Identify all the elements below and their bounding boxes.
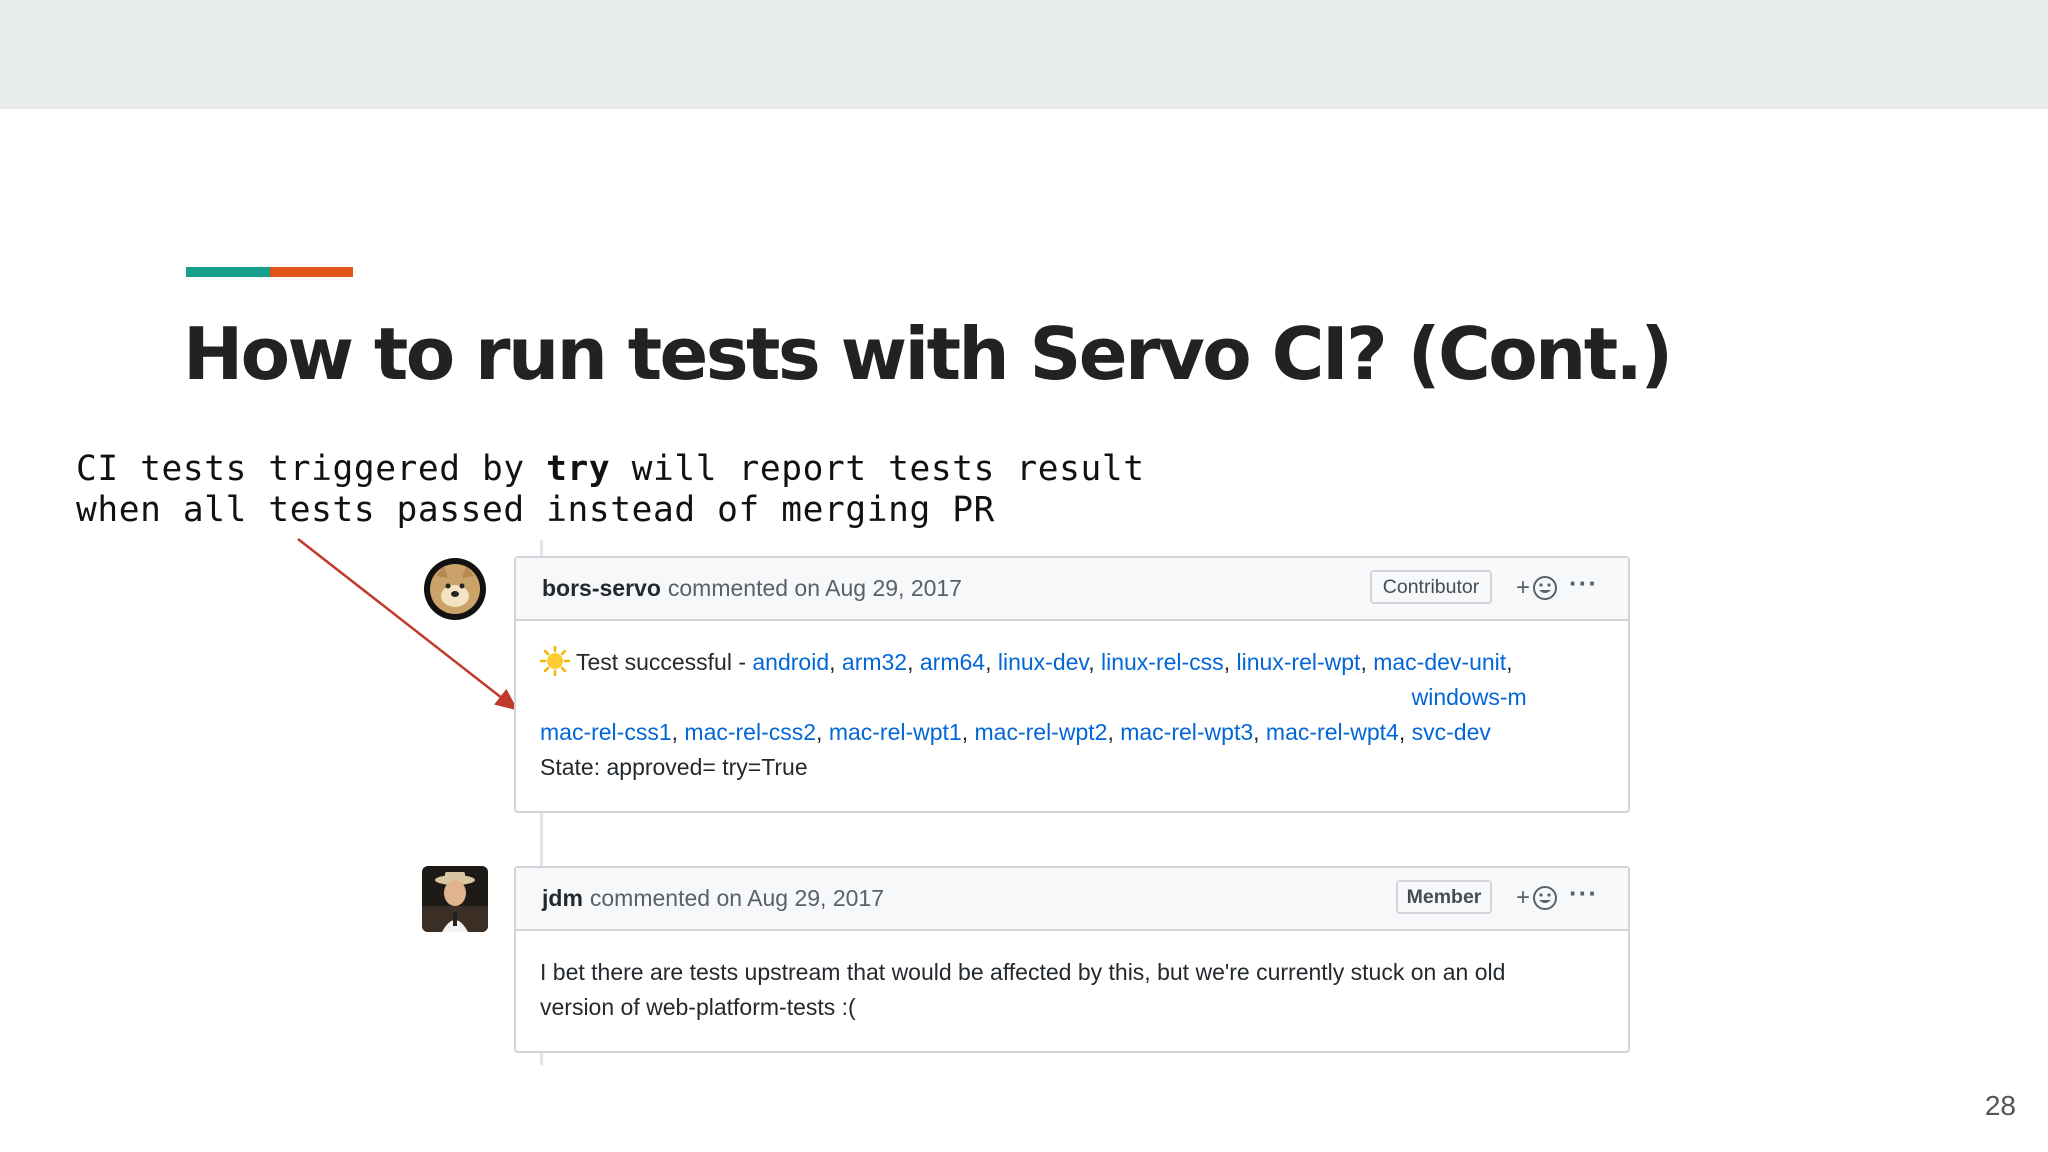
job-link[interactable]: mac-dev-unit: [1373, 649, 1506, 675]
slide-note: CI tests triggered by try will report te…: [76, 449, 1145, 531]
job-link[interactable]: windows-msvc-dev: [1412, 680, 1532, 750]
job-link[interactable]: mac-rel-wpt4: [1266, 719, 1399, 745]
doge-avatar-icon[interactable]: [422, 556, 488, 622]
job-link[interactable]: mac-rel-wpt3: [1120, 719, 1253, 745]
comment-header: jdm commented on Aug 29, 2017 Member + ·…: [516, 868, 1628, 931]
comment-meta[interactable]: commented on Aug 29, 2017: [590, 885, 884, 912]
job-link[interactable]: mac-rel-wpt2: [975, 719, 1108, 745]
comment-author[interactable]: bors-servo: [542, 575, 661, 602]
smiley-icon: [1533, 886, 1557, 910]
role-badge: Contributor: [1370, 570, 1492, 604]
job-link[interactable]: android: [752, 649, 829, 675]
smiley-icon: [1533, 576, 1557, 600]
kebab-menu-icon[interactable]: ···: [1569, 878, 1598, 909]
job-link[interactable]: linux-rel-wpt: [1236, 649, 1360, 675]
state-line: State: approved= try=True: [540, 754, 808, 780]
note-line1-after: will report tests result: [610, 449, 1145, 489]
job-link[interactable]: mac-rel-css2: [684, 719, 816, 745]
status-line: Test successful - android, arm32, arm64,…: [539, 645, 1604, 750]
user-photo-avatar-icon[interactable]: [422, 866, 488, 932]
reaction-plus: +: [1515, 574, 1530, 601]
title-accent-orange: [270, 267, 353, 277]
job-link[interactable]: linux-rel-css: [1101, 649, 1224, 675]
job-link[interactable]: arm64: [920, 649, 985, 675]
job-link[interactable]: mac-rel-wpt1: [829, 719, 962, 745]
add-reaction-button[interactable]: +: [1516, 574, 1558, 602]
reaction-plus: +: [1515, 884, 1530, 911]
slide-top-bar: [0, 0, 2048, 109]
comment-body: Test successful - android, arm32, arm64,…: [516, 621, 1628, 811]
job-link[interactable]: linux-dev: [998, 649, 1088, 675]
comment-header: bors-servo commented on Aug 29, 2017 Con…: [516, 558, 1628, 621]
note-line1-before: CI tests triggered by: [76, 449, 547, 489]
page-number: 28: [1984, 1090, 2016, 1121]
note-keyword-try: try: [546, 449, 611, 489]
job-link[interactable]: mac-rel-css1: [540, 719, 672, 745]
comment-meta[interactable]: commented on Aug 29, 2017: [668, 575, 962, 602]
comment-card-bors: bors-servo commented on Aug 29, 2017 Con…: [514, 556, 1630, 813]
role-badge: Member: [1396, 880, 1492, 914]
note-line2: when all tests passed instead of merging…: [76, 490, 995, 530]
comment-card-jdm: jdm commented on Aug 29, 2017 Member + ·…: [514, 866, 1630, 1053]
job-link[interactable]: arm32: [842, 649, 907, 675]
comment-body: I bet there are tests upstream that woul…: [540, 959, 1506, 1020]
sun-emoji-icon: [539, 645, 571, 677]
slide-title: How to run tests with Servo CI? (Cont.): [183, 312, 1673, 396]
kebab-menu-icon[interactable]: ···: [1569, 568, 1598, 599]
status-text: Test successful -: [576, 649, 753, 675]
add-reaction-button[interactable]: +: [1516, 884, 1558, 912]
comment-author[interactable]: jdm: [542, 885, 583, 912]
title-accent-teal: [186, 267, 270, 277]
